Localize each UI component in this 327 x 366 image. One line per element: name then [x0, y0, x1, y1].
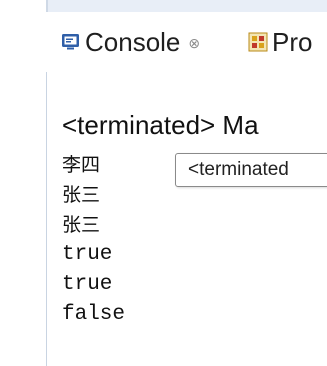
view-tab-bar: Console ⊗ Pro	[46, 12, 327, 72]
output-line: 张三	[62, 184, 101, 206]
console-window: Console ⊗ Pro <terminated> Ma 李四 张三 张三 t…	[0, 0, 327, 366]
tooltip: <terminated	[175, 153, 327, 187]
left-gutter	[0, 0, 46, 366]
console-icon	[61, 33, 80, 51]
output-line: false	[62, 303, 126, 326]
output-line: 张三	[62, 214, 101, 236]
tab-console-label: Console	[85, 26, 181, 57]
tab-problems-label: Pro	[272, 26, 313, 57]
output-line: 李四	[62, 154, 101, 176]
tab-console[interactable]: Console ⊗	[61, 22, 200, 62]
close-icon[interactable]: ⊗	[188, 35, 200, 52]
problems-icon	[248, 32, 268, 52]
console-output: 李四 张三 张三 true true false	[62, 150, 162, 330]
tab-strip-edge	[46, 0, 48, 12]
output-line: true	[62, 273, 113, 296]
output-line: true	[62, 243, 113, 266]
console-heading: <terminated> Ma	[62, 110, 259, 140]
tab-strip-top	[46, 0, 327, 12]
tab-problems[interactable]: Pro	[248, 22, 312, 62]
